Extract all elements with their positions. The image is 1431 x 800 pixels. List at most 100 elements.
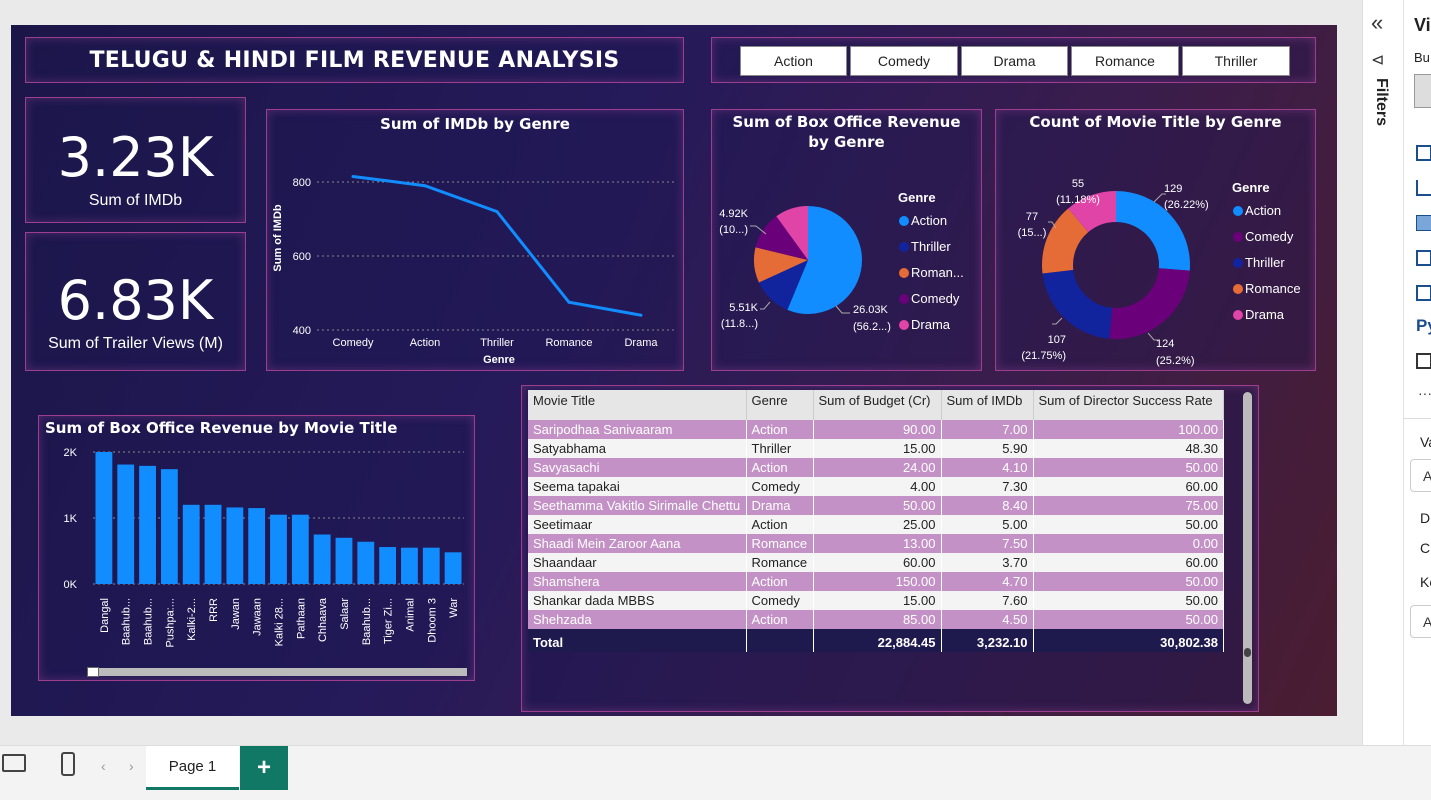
table-row[interactable]: Shehzada Action 85.00 4.50 50.00 xyxy=(528,610,1224,629)
table-row[interactable]: Satyabhama Thriller 15.00 5.90 48.30 xyxy=(528,439,1224,458)
bar[interactable] xyxy=(139,465,156,584)
legend-item[interactable]: Romance xyxy=(1245,281,1301,296)
table-row[interactable]: Shaadi Mein Zaroor Aana Romance 13.00 7.50 0… xyxy=(528,534,1224,553)
horizontal-scrollbar[interactable] xyxy=(87,667,467,677)
legend-item[interactable]: Roman... xyxy=(911,265,964,280)
column-header-genre[interactable]: Genre xyxy=(746,390,814,420)
values-well[interactable]: A xyxy=(1410,459,1431,492)
keep-filters-label-clipped: Ke xyxy=(1420,574,1431,590)
bar[interactable] xyxy=(335,537,353,584)
table-row[interactable]: Seema tapakai Comedy 4.00 7.30 60.00 xyxy=(528,477,1224,496)
slicer-option-comedy[interactable]: Comedy xyxy=(850,46,958,76)
bar[interactable] xyxy=(270,514,287,584)
bar[interactable] xyxy=(401,547,418,584)
slicer-option-drama[interactable]: Drama xyxy=(961,46,1068,76)
drillthrough-well[interactable]: A xyxy=(1410,605,1431,638)
table-header-row: Movie Title Genre Sum of Budget (Cr) Sum… xyxy=(528,390,1224,420)
mobile-view-icon[interactable] xyxy=(61,752,75,776)
cell-director-success: 0.00 xyxy=(1033,534,1224,553)
bar[interactable] xyxy=(117,464,135,584)
data-label: 129 xyxy=(1164,183,1182,195)
cross-report-label-clipped: Cr xyxy=(1420,540,1431,556)
more-visuals-icon[interactable]: ··· xyxy=(1418,385,1431,401)
prev-page-icon[interactable]: ‹ xyxy=(101,758,106,774)
page-tabs-bar: ‹ › Page 1 + xyxy=(0,745,1431,800)
slicer-option-thriller[interactable]: Thriller xyxy=(1182,46,1290,76)
slicer-option-romance[interactable]: Romance xyxy=(1071,46,1179,76)
bar[interactable] xyxy=(357,541,375,584)
revenue-by-genre-pie[interactable]: Sum of Box Office Revenue by Genre Genre… xyxy=(711,109,982,371)
legend-item[interactable]: Action xyxy=(1245,203,1281,218)
cell-genre: Action xyxy=(746,458,814,477)
table-row[interactable]: Saripodhaa Sanivaaram Action 90.00 7.00 100.… xyxy=(528,420,1224,439)
cell-director-success: 100.00 xyxy=(1033,420,1224,439)
funnel-icon[interactable]: ⊲ xyxy=(1371,50,1384,70)
cell-movie-title: Seetimaar xyxy=(528,515,747,534)
ribbon-chart-icon[interactable] xyxy=(1416,250,1431,266)
bar[interactable] xyxy=(422,547,440,584)
collapse-chevron-icon[interactable]: « xyxy=(1371,10,1383,36)
y-tick-label: 400 xyxy=(293,325,311,337)
legend-item[interactable]: Comedy xyxy=(911,291,960,306)
column-header-movie-title[interactable]: Movie Title xyxy=(528,390,747,420)
bar[interactable] xyxy=(379,547,397,584)
imdb-by-genre-chart[interactable]: Sum of IMDb by Genre 800 600 400 Comedy Acti… xyxy=(266,109,684,371)
revenue-by-movie-bar-chart[interactable]: Sum of Box Office Revenue by Movie Title… xyxy=(38,415,475,681)
cell-movie-title: Shaandaar xyxy=(528,553,747,572)
x-tick-label: War xyxy=(448,598,460,618)
legend-item[interactable]: Drama xyxy=(1245,307,1285,322)
legend-item[interactable]: Thriller xyxy=(1245,255,1285,270)
kpi-card-trailer-views[interactable]: 6.83K Sum of Trailer Views (M) xyxy=(25,232,246,371)
build-label-clipped: Bu xyxy=(1414,50,1430,65)
slicer-option-action[interactable]: Action xyxy=(740,46,847,76)
count-by-genre-donut[interactable]: Count of Movie Title by Genre Genre Actio… xyxy=(995,109,1316,371)
python-visual-icon[interactable]: Py xyxy=(1416,316,1431,336)
table-row[interactable]: Seethamma Vakitlo Sirimalle Chettu Drama 5… xyxy=(528,496,1224,515)
scrollbar-thumb[interactable] xyxy=(87,667,99,677)
kpi-card-imdb[interactable]: 3.23K Sum of IMDb xyxy=(25,97,246,223)
cell-budget: 25.00 xyxy=(813,515,942,534)
table-row[interactable]: Shamshera Action 150.00 4.70 50.00 xyxy=(528,572,1224,591)
bar[interactable] xyxy=(182,504,200,584)
cell-imdb: 8.40 xyxy=(941,496,1034,515)
desktop-view-icon[interactable] xyxy=(2,754,26,772)
legend-item[interactable]: Drama xyxy=(911,317,951,332)
add-page-button[interactable]: + xyxy=(240,746,288,790)
scrollbar-thumb[interactable] xyxy=(1244,648,1251,657)
column-header-budget[interactable]: Sum of Budget (Cr) xyxy=(813,390,942,420)
cell-director-success: 75.00 xyxy=(1033,496,1224,515)
bar[interactable] xyxy=(160,469,178,584)
table-row[interactable]: Seetimaar Action 25.00 5.00 50.00 xyxy=(528,515,1224,534)
bar[interactable] xyxy=(444,552,462,584)
page-tab-page-1[interactable]: Page 1 xyxy=(146,746,239,790)
bar[interactable] xyxy=(291,514,309,584)
bar[interactable] xyxy=(313,534,331,585)
line-chart-icon[interactable] xyxy=(1416,180,1431,196)
slice-thriller[interactable] xyxy=(1042,269,1113,339)
bar[interactable] xyxy=(95,452,113,584)
area-chart-icon[interactable] xyxy=(1416,215,1431,231)
paginated-report-icon[interactable] xyxy=(1416,353,1431,369)
bar[interactable] xyxy=(204,504,222,584)
filters-pane-tab[interactable]: Filters xyxy=(1366,78,1394,138)
table-row[interactable]: Shankar dada MBBS Comedy 15.00 7.60 50.00 xyxy=(528,591,1224,610)
bar[interactable] xyxy=(226,507,244,584)
legend-item[interactable]: Comedy xyxy=(1245,229,1294,244)
slice-comedy[interactable] xyxy=(1109,268,1190,339)
table-icon[interactable] xyxy=(1416,285,1431,301)
legend-item[interactable]: Thriller xyxy=(911,239,951,254)
column-header-imdb[interactable]: Sum of IMDb xyxy=(941,390,1034,420)
build-visual-icon[interactable] xyxy=(1414,74,1431,108)
table-row[interactable]: Shaandaar Romance 60.00 3.70 60.00 xyxy=(528,553,1224,572)
legend-item[interactable]: Action xyxy=(911,213,947,228)
cell-genre: Comedy xyxy=(746,591,814,610)
table-row[interactable]: Savyasachi Action 24.00 4.10 50.00 xyxy=(528,458,1224,477)
next-page-icon[interactable]: › xyxy=(129,758,134,774)
cell-imdb: 7.30 xyxy=(941,477,1034,496)
stacked-bar-icon[interactable] xyxy=(1416,145,1431,161)
bar[interactable] xyxy=(248,508,266,584)
column-header-director-success[interactable]: Sum of Director Success Rate xyxy=(1033,390,1224,420)
vertical-scrollbar[interactable] xyxy=(1243,392,1252,704)
table-scroll-area[interactable]: Movie Title Genre Sum of Budget (Cr) Sum… xyxy=(528,390,1224,708)
cell-genre: Action xyxy=(746,420,814,439)
